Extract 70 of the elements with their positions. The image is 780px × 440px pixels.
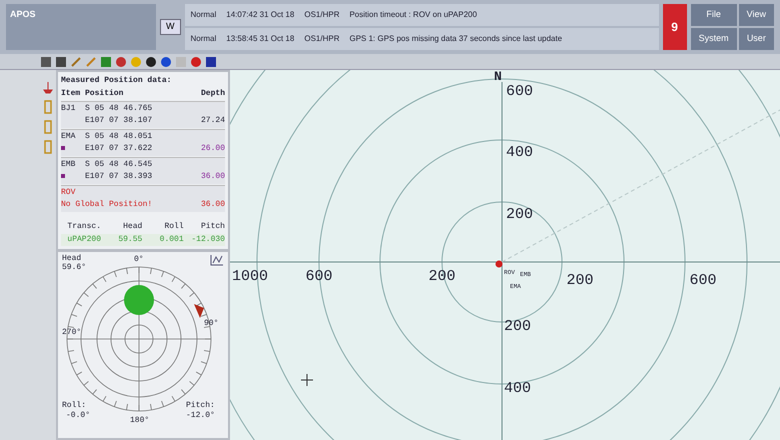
alarm-level: Normal (190, 9, 216, 21)
longitude: E107 07 38.393 (85, 171, 154, 183)
latitude: S 05 48 46.765 (85, 103, 154, 115)
alarm-source: OS1/HPR (304, 33, 340, 45)
compass-label: 0° (134, 254, 144, 266)
range-label: 600 (306, 268, 332, 285)
depth-value: 36.00 (200, 171, 225, 183)
range-label: 200 (506, 206, 534, 223)
longitude: E107 07 37.622 (85, 143, 154, 155)
range-label: 1000 (232, 268, 268, 285)
roll-value: -0.0° (66, 410, 90, 422)
column-header: Transc. (66, 221, 101, 233)
range-label: 200 (428, 268, 456, 285)
alarm-count[interactable]: 9 (662, 4, 687, 50)
app-title: APOS (6, 4, 156, 50)
alarm-level: Normal (190, 33, 216, 45)
pitch-label: Pitch: (186, 400, 215, 412)
range-label: 400 (504, 380, 532, 397)
column-header: Pitch (200, 221, 225, 233)
item-name: EMB (61, 159, 76, 171)
menu-button[interactable]: User (738, 28, 774, 50)
heading-label: Head (62, 253, 82, 264)
item-name: BJ1 (61, 103, 76, 115)
item-name: EMA (61, 131, 76, 143)
range-label: 200 (504, 318, 532, 335)
item-name: ROV (61, 187, 76, 199)
marker-icon (61, 174, 65, 178)
pitch-indicator (124, 285, 154, 315)
table-cell-text: uPAP200 (66, 234, 101, 246)
alarm-source: OS1/HPR (304, 9, 340, 21)
pitch-value: -12.0° (186, 410, 215, 422)
alarm-message: GPS 1: GPS pos missing data 37 seconds since last update (349, 33, 562, 45)
ship-icon[interactable] (43, 80, 53, 94)
latitude: S 05 48 46.545 (85, 159, 154, 171)
range-label: 200 (566, 272, 594, 289)
range-label: 600 (506, 83, 534, 100)
column-header: Roll (163, 221, 184, 233)
heading-pointer (194, 304, 204, 318)
crosshair-icon (300, 374, 314, 386)
range-label: 600 (690, 272, 716, 289)
north-label: N (494, 70, 502, 84)
status-message: No Global Position! (61, 199, 154, 211)
alarm-time: 13:58:45 31 Oct 18 (226, 33, 294, 45)
column-header: Depth (200, 88, 225, 100)
depth-value: 27.24 (200, 115, 225, 127)
compass-label: 180° (130, 415, 150, 427)
panel-title: Measured Position data: (61, 75, 172, 87)
mode-button[interactable]: W (160, 19, 180, 35)
marker-icon (61, 146, 65, 150)
vessel-marker (496, 260, 502, 268)
graph-icon[interactable] (210, 254, 224, 266)
column-header: Position (85, 88, 124, 100)
table-cell-text: 0.001 (158, 234, 184, 246)
compass-label: 270° (62, 327, 82, 339)
depth-value: 26.00 (200, 143, 225, 155)
alarm-time: 14:07:42 31 Oct 18 (226, 9, 294, 21)
menu-button[interactable]: File (690, 4, 737, 26)
longitude: E107 07 38.107 (85, 115, 154, 127)
column-header: Head (122, 221, 142, 233)
table-cell-text: 59.55 (117, 234, 142, 246)
alarm-message: Position timeout : ROV on uPAP200 (349, 9, 477, 21)
depth-value: 36.00 (200, 199, 225, 211)
menu-button[interactable]: System (690, 28, 737, 50)
table-cell-text: -12.030 (190, 234, 225, 246)
heading-value: 59.6° (62, 262, 86, 274)
latitude: S 05 48 48.051 (85, 131, 154, 143)
menu-button[interactable]: View (738, 4, 774, 26)
range-label: 400 (506, 144, 534, 161)
roll-label: Roll: (62, 400, 86, 412)
column-header: Item (61, 88, 82, 100)
